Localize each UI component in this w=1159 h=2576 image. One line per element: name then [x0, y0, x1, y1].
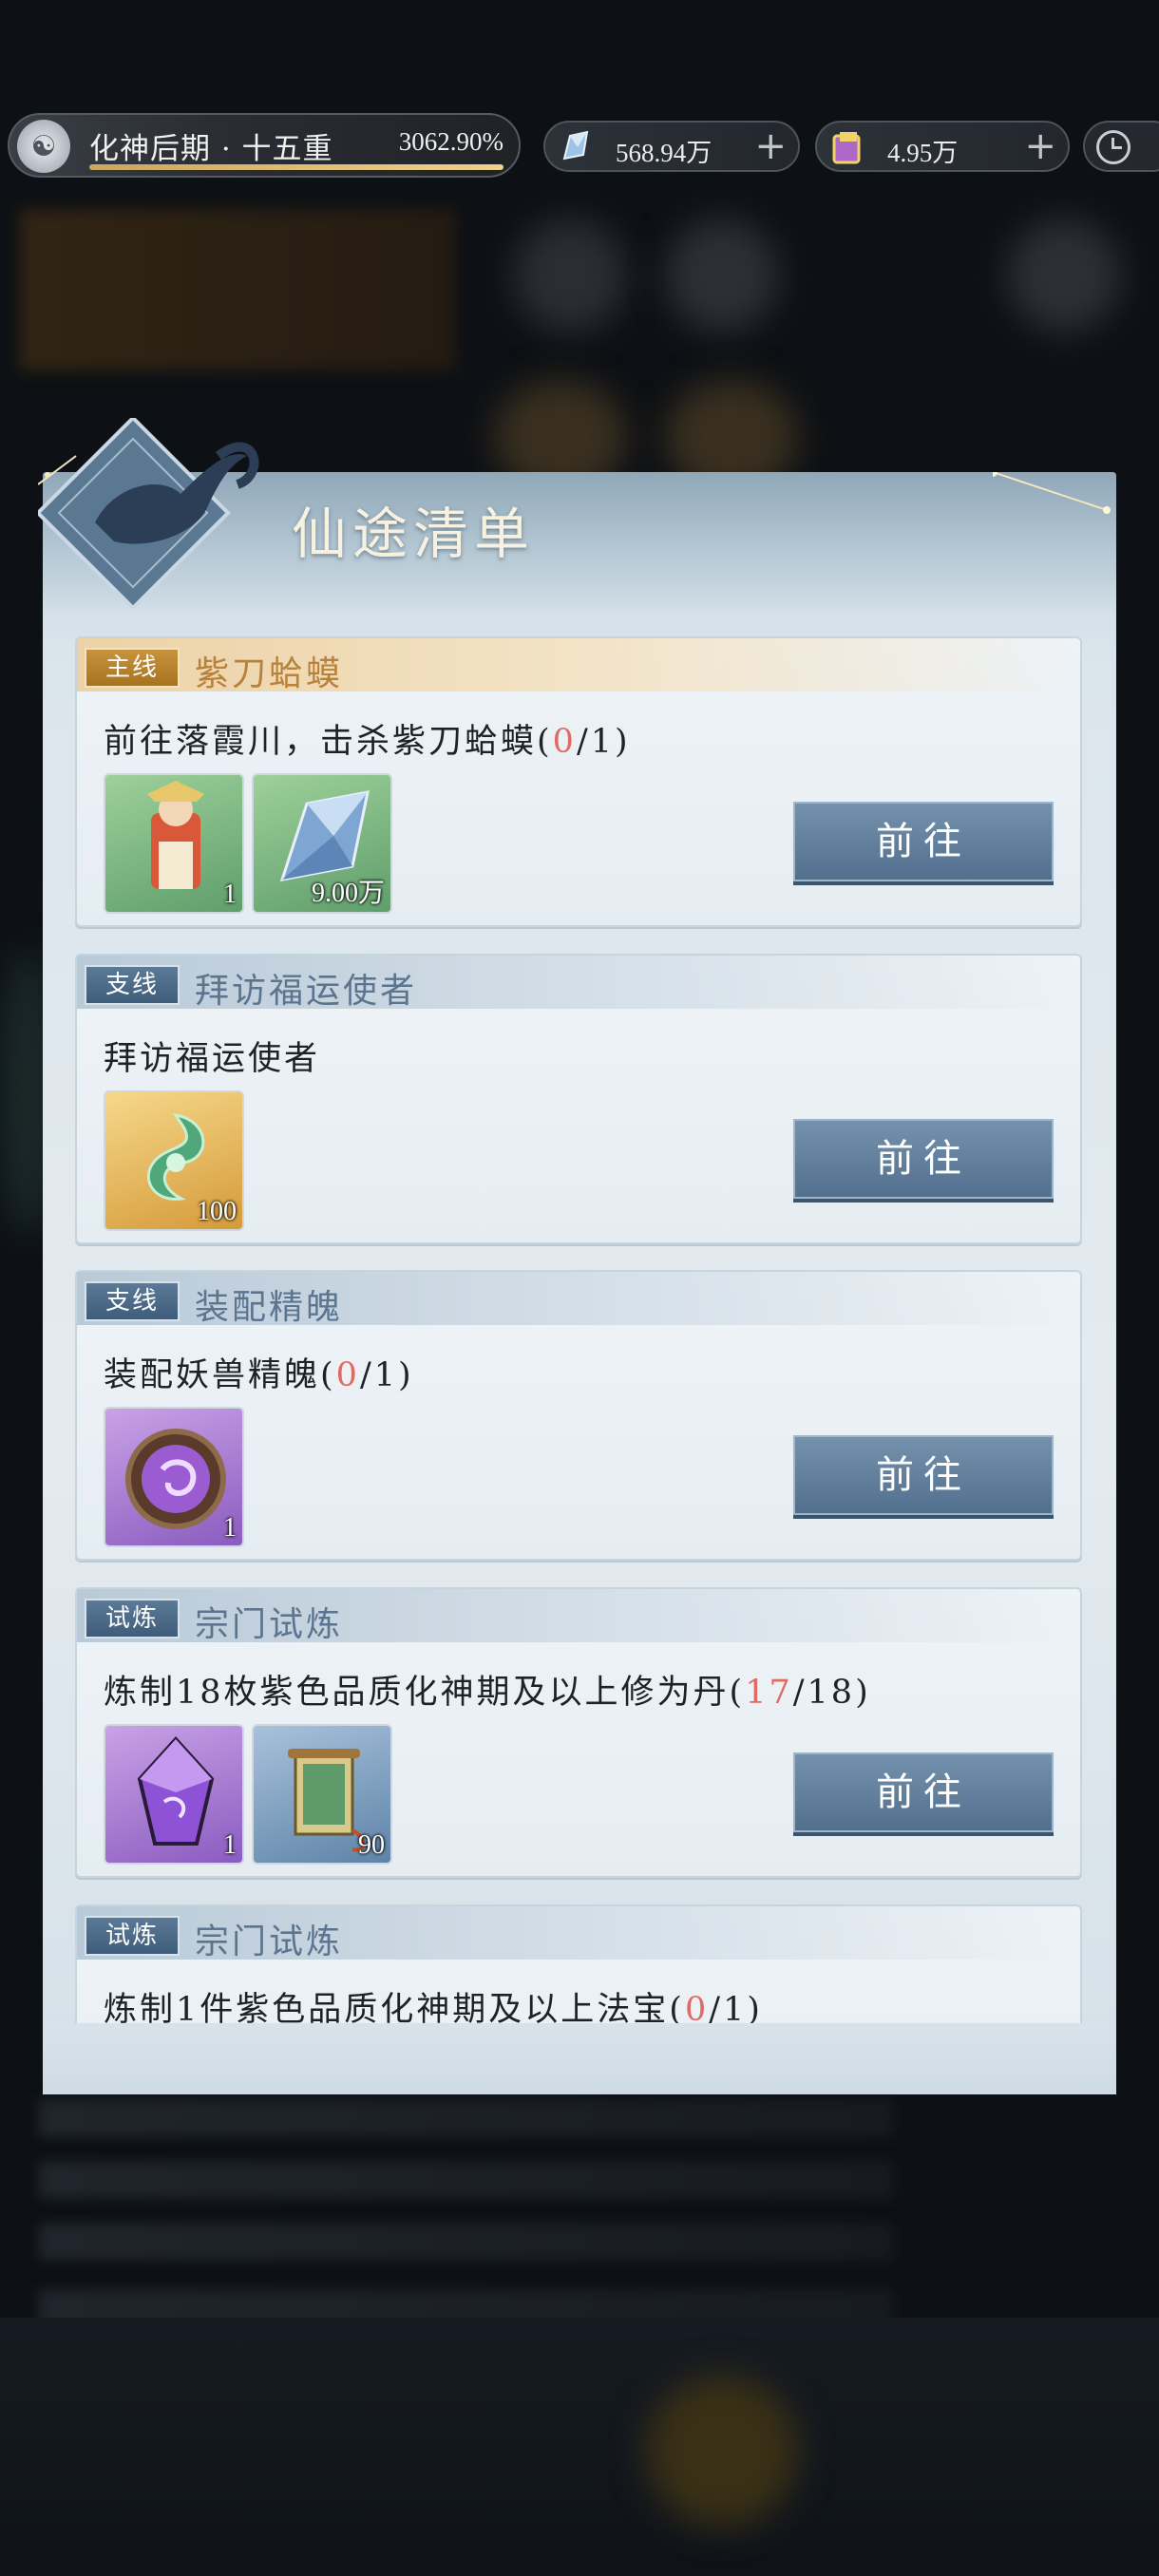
clock-icon [1096, 130, 1130, 164]
quest-card-trial: 试炼 宗门试炼 炼制18枚紫色品质化神期及以上修为丹(17/18) 1 90 前… [75, 1587, 1082, 1878]
go-button[interactable]: 前往 [793, 1119, 1054, 1199]
fox-spirit-emblem-icon [38, 418, 259, 608]
quest-card-trial: 试炼 宗门试炼 炼制1件紫色品质化神期及以上法宝(0/1) 前往 [75, 1904, 1082, 2023]
gold-currency-counter: 4.95万 + [815, 121, 1070, 172]
quest-card-side: 支线 装配精魄 装配妖兽精魄(0/1) 1 前往 [75, 1270, 1082, 1561]
quest-type-tag: 支线 [85, 1281, 180, 1321]
top-status-bar: ☯ 化神后期 · 十五重 3062.90% 568.94万 + 4.95万 + [0, 109, 1159, 181]
quest-card-side: 支线 拜访福运使者 拜访福运使者 100 前往 [75, 954, 1082, 1244]
panel-footer [43, 2023, 1116, 2094]
reward-item[interactable]: 9.00万 [252, 773, 392, 914]
quest-title: 紫刀蛤蟆 [195, 654, 344, 693]
quest-type-tag: 试炼 [85, 1599, 180, 1638]
reward-count: 1 [223, 1830, 237, 1860]
reward-count: 90 [358, 1830, 385, 1860]
realm-progress-bar [89, 164, 504, 170]
cultivation-realm-display[interactable]: ☯ 化神后期 · 十五重 3062.90% [8, 113, 521, 178]
go-button[interactable]: 前往 [793, 802, 1054, 881]
spirit-stone-value: 568.94万 [616, 139, 712, 167]
quest-description: 拜访福运使者 [104, 1040, 321, 1078]
realm-progress-fill [89, 164, 504, 170]
quest-card-main: 主线 紫刀蛤蟆 前往落霞川，击杀紫刀蛤蟆(0/1) 1 9.00万 前往 [75, 636, 1082, 927]
constellation-decoration [993, 472, 1111, 514]
quest-type-tag: 主线 [85, 648, 180, 688]
quest-progress-current: 0 [684, 1991, 710, 2023]
quest-title: 宗门试炼 [195, 1923, 344, 1961]
add-gold-currency-button[interactable]: + [1024, 124, 1056, 168]
reward-count: 1 [223, 880, 237, 909]
reward-item[interactable]: 90 [252, 1724, 392, 1865]
quest-title: 拜访福运使者 [195, 972, 418, 1011]
background-bottom-nav [0, 2318, 1159, 2576]
quest-type-tag: 支线 [85, 965, 180, 1005]
reward-item[interactable]: 100 [104, 1090, 244, 1231]
reward-item[interactable]: 1 [104, 773, 244, 914]
quest-progress-current: 0 [335, 1356, 360, 1394]
reward-item[interactable]: 1 [104, 1407, 244, 1547]
quest-title: 宗门试炼 [195, 1605, 344, 1644]
quest-progress-current: 17 [745, 1674, 793, 1712]
add-spirit-stone-button[interactable]: + [754, 124, 787, 168]
gold-currency-value: 4.95万 [887, 139, 959, 167]
quest-description: 炼制1件紫色品质化神期及以上法宝(0/1) [104, 1982, 763, 2023]
quest-type-tag: 试炼 [85, 1916, 180, 1956]
quest-progress-current: 0 [552, 723, 577, 761]
reward-count: 9.00万 [311, 879, 385, 908]
go-button[interactable]: 前往 [793, 1752, 1054, 1832]
reward-count: 1 [223, 1513, 237, 1543]
realm-percent: 3062.90% [398, 127, 504, 156]
reward-count: 100 [197, 1197, 237, 1226]
spirit-stone-counter: 568.94万 + [543, 121, 800, 172]
quest-description: 前往落霞川，击杀紫刀蛤蟆(0/1) [104, 723, 631, 761]
spirit-stone-icon [562, 130, 589, 161]
quest-list[interactable]: 主线 紫刀蛤蟆 前往落霞川，击杀紫刀蛤蟆(0/1) 1 9.00万 前往 支线 … [43, 636, 1116, 2023]
panel-title: 仙途清单 [292, 502, 536, 566]
quest-description: 炼制18枚紫色品质化神期及以上修为丹(17/18) [104, 1674, 871, 1712]
gold-ingot-icon [832, 132, 861, 164]
realm-name: 化神后期 · 十五重 [89, 132, 333, 166]
background-event-banner [19, 209, 456, 370]
quest-title: 装配精魄 [195, 1288, 344, 1327]
quest-description: 装配妖兽精魄(0/1) [104, 1356, 414, 1394]
realm-emblem-icon: ☯ [17, 120, 70, 173]
timer-button[interactable] [1083, 121, 1159, 172]
go-button[interactable]: 前往 [793, 1435, 1054, 1515]
reward-item[interactable]: 1 [104, 1724, 244, 1865]
